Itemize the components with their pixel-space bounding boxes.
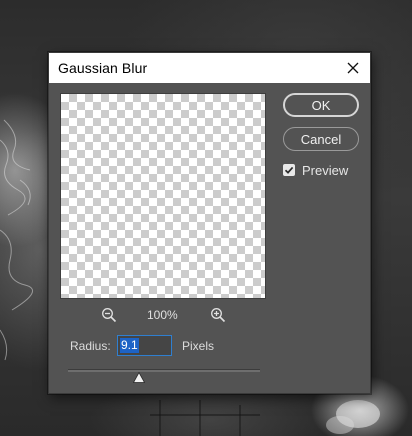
radius-input[interactable]: 9.1	[117, 335, 172, 356]
preview-checkbox[interactable]	[283, 164, 295, 176]
radius-label: Radius:	[70, 339, 111, 353]
zoom-controls: 100%	[101, 306, 231, 324]
checkmark-icon	[284, 166, 294, 174]
radius-slider-track[interactable]	[68, 369, 260, 372]
radius-row: Radius: 9.1 Pixels	[70, 335, 270, 357]
zoom-out-icon[interactable]	[101, 307, 117, 323]
title-bar[interactable]: Gaussian Blur	[49, 53, 370, 83]
ok-button[interactable]: OK	[283, 93, 359, 117]
preview-label: Preview	[302, 162, 349, 178]
radius-value-selected: 9.1	[120, 338, 139, 353]
radius-slider-thumb[interactable]	[133, 372, 146, 383]
close-icon	[347, 62, 359, 74]
close-button[interactable]	[336, 53, 370, 83]
dialog-title: Gaussian Blur	[58, 60, 148, 76]
zoom-in-icon[interactable]	[210, 307, 226, 323]
preview-toggle[interactable]: Preview	[283, 162, 348, 178]
units-label: Pixels	[182, 339, 215, 353]
preview-canvas[interactable]	[60, 93, 266, 299]
gaussian-blur-dialog: Gaussian Blur 100% OK Cancel Preview Rad…	[48, 52, 371, 394]
zoom-level: 100%	[147, 308, 178, 322]
cancel-button[interactable]: Cancel	[283, 127, 359, 151]
